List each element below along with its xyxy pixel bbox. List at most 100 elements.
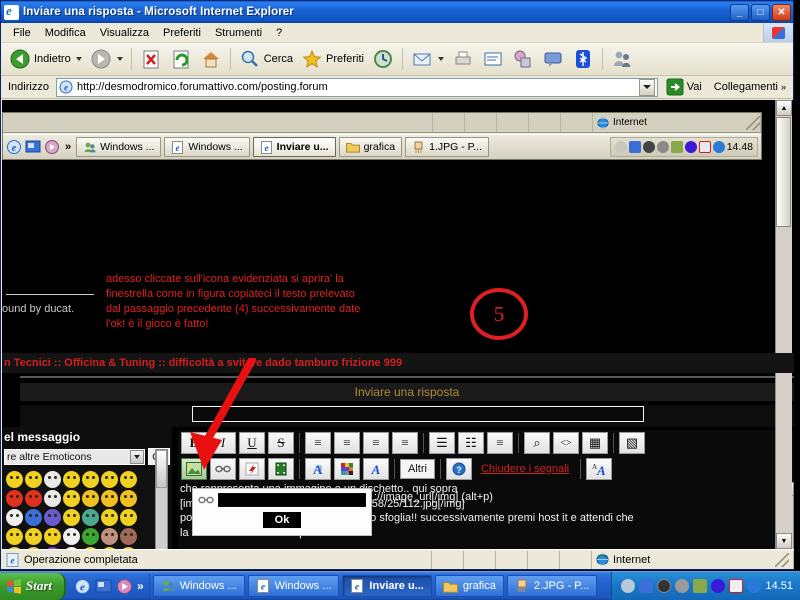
mail-button[interactable] [407, 45, 448, 73]
back-button[interactable]: Indietro [5, 45, 86, 73]
nvidia-icon[interactable] [670, 141, 683, 153]
nested-taskbar-button[interactable]: e Windows ... [164, 137, 250, 157]
emoticon-13[interactable] [120, 490, 137, 507]
emoticon-10[interactable] [63, 490, 80, 507]
chevron-down-icon[interactable] [130, 449, 144, 464]
show-desktop-icon[interactable] [95, 578, 112, 595]
address-input[interactable]: e http://desmodromico.forumattivo.com/po… [55, 77, 658, 97]
insert-image-button[interactable] [181, 458, 207, 480]
maximize-button[interactable]: □ [751, 3, 770, 21]
refresh-button[interactable] [166, 45, 196, 73]
print-button[interactable] [448, 45, 478, 73]
network-icon[interactable] [628, 141, 641, 153]
stop-button[interactable] [136, 45, 166, 73]
links-overflow-icon[interactable]: » [781, 82, 786, 92]
font-size-button[interactable]: A [363, 458, 389, 480]
emoticon-grid[interactable] [4, 469, 154, 549]
menu-item-modifica[interactable]: Modifica [38, 25, 93, 41]
emoticon-23[interactable] [44, 528, 61, 545]
bluetooth-icon[interactable] [711, 579, 726, 593]
menu-item-visualizza[interactable]: Visualizza [93, 25, 156, 41]
subject-input[interactable] [192, 406, 644, 422]
font-color-button[interactable]: Aa [305, 458, 331, 480]
emoticon-24[interactable] [63, 528, 80, 545]
nested-taskbar-button[interactable]: grafica [338, 137, 403, 157]
bold-button[interactable]: B [181, 432, 207, 454]
history-button[interactable] [368, 45, 398, 73]
emoticon-26[interactable] [101, 528, 118, 545]
emoticon-22[interactable] [25, 528, 42, 545]
insert-video-button[interactable] [268, 458, 294, 480]
scrollbar-thumb[interactable] [156, 450, 167, 488]
nested-taskbar-overflow-icon[interactable]: » [63, 141, 73, 153]
italic-button[interactable]: I [210, 432, 236, 454]
favorites-button[interactable]: Preferiti [297, 45, 368, 73]
antivirus-icon[interactable] [712, 141, 725, 153]
start-button[interactable]: Start [0, 572, 67, 600]
emoticon-8[interactable] [25, 490, 42, 507]
quote-button[interactable]: ⌕ [524, 432, 550, 454]
bluetooth-button[interactable] [568, 45, 598, 73]
numbered-list-button[interactable]: ☷ [458, 432, 484, 454]
align-justify-button[interactable]: ≡ [392, 432, 418, 454]
menu-item-preferiti[interactable]: Preferiti [156, 25, 208, 41]
emoticon-25[interactable] [82, 528, 99, 545]
nested-taskbar-button[interactable]: Windows ... [76, 137, 162, 157]
emoticon-21[interactable] [6, 528, 23, 545]
page-scrollbar-thumb[interactable] [776, 117, 791, 227]
menu-item-file[interactable]: File [6, 25, 38, 41]
emoticon-19[interactable] [101, 509, 118, 526]
emoticons-select[interactable]: re altre Emoticons [4, 448, 145, 465]
emoticon-4[interactable] [82, 471, 99, 488]
nvidia-icon[interactable] [693, 579, 708, 593]
show-desktop-icon[interactable] [25, 139, 41, 155]
insert-flash-button[interactable] [239, 458, 265, 480]
more-options-button[interactable]: Altri [400, 459, 435, 479]
emoticon-11[interactable] [82, 490, 99, 507]
emoticon-20[interactable] [120, 509, 137, 526]
indent-button[interactable]: ≡ [487, 432, 513, 454]
strike-button[interactable]: S [268, 432, 294, 454]
close-signals-link[interactable]: Chiudere i segnali [481, 463, 569, 475]
search-button[interactable]: Cerca [235, 45, 297, 73]
url-input[interactable] [218, 493, 366, 507]
discuss-button[interactable] [538, 45, 568, 73]
emoticon-3[interactable] [63, 471, 80, 488]
quick-launch-overflow-icon[interactable]: » [137, 579, 144, 593]
breadcrumb[interactable]: n Tecnici :: Officina & Tuning :: diffic… [2, 353, 794, 373]
bullet-list-button[interactable]: ☰ [429, 432, 455, 454]
forward-dropdown-icon[interactable] [116, 57, 123, 61]
ie-icon[interactable]: e [6, 139, 22, 155]
taskbar-button-windows-messenger[interactable]: Windows ... [152, 575, 245, 597]
taskbar-button-windows-ie[interactable]: e Windows ... [247, 575, 340, 597]
taskbar-button-inviare-risposta[interactable]: e Inviare u... [342, 575, 432, 597]
battery-icon[interactable] [698, 141, 711, 153]
battery-icon[interactable] [729, 579, 744, 593]
volume-icon[interactable] [642, 141, 655, 153]
emoticons-scrollbar[interactable] [155, 449, 168, 549]
emoticon-27[interactable] [120, 528, 137, 545]
emoticon-5[interactable] [101, 471, 118, 488]
table-button[interactable]: ▦ [582, 432, 608, 454]
forward-button[interactable] [86, 45, 127, 73]
color-palette-button[interactable] [334, 458, 360, 480]
user-icon[interactable] [614, 141, 627, 153]
shield-icon[interactable] [656, 141, 669, 153]
emoticon-2[interactable] [44, 471, 61, 488]
emoticon-14[interactable] [6, 509, 23, 526]
align-right-button[interactable]: ≡ [363, 432, 389, 454]
align-center-button[interactable]: ≡ [334, 432, 360, 454]
close-button[interactable]: ✕ [772, 3, 791, 21]
antivirus-icon[interactable] [747, 579, 762, 593]
network-icon[interactable] [639, 579, 654, 593]
edit-button[interactable] [478, 45, 508, 73]
underline-button[interactable]: U [239, 432, 265, 454]
bluetooth-icon[interactable] [684, 141, 697, 153]
messenger-button[interactable] [607, 45, 637, 73]
taskbar-button-2jpg[interactable]: 2.JPG - P... [506, 575, 598, 597]
minimize-button[interactable]: _ [730, 3, 749, 21]
emoticon-18[interactable] [82, 509, 99, 526]
menu-item-strumenti[interactable]: Strumenti [208, 25, 269, 41]
save-draft-button[interactable]: ▧ [619, 432, 645, 454]
media-button[interactable] [508, 45, 538, 73]
